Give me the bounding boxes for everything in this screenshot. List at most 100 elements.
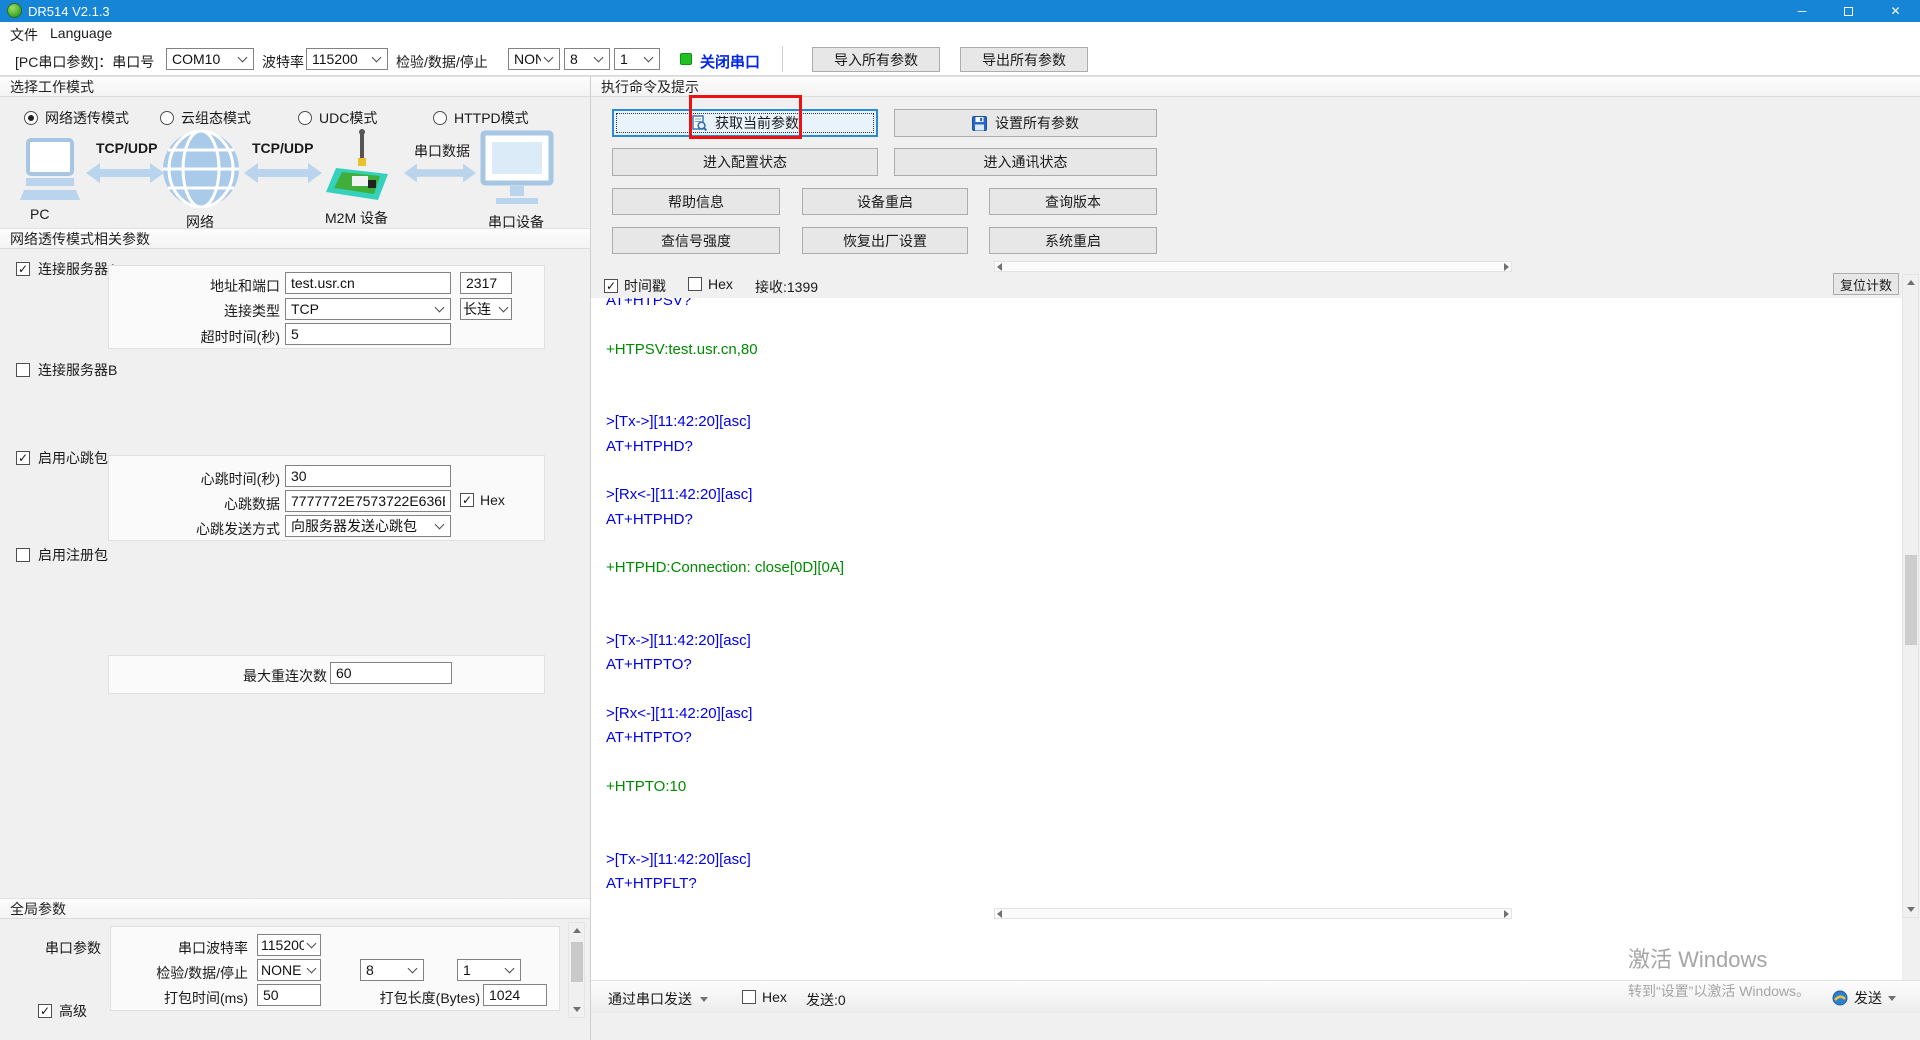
checkbox-icon [742,990,756,1004]
hb-time-label: 心跳时间(秒) [170,469,280,489]
menubar [0,22,1920,44]
close-button[interactable]: ✕ [1871,0,1920,22]
scroll-left-icon[interactable] [997,910,1002,918]
serial-baud-select[interactable]: 115200 [257,934,321,956]
pack-len-input[interactable] [483,984,547,1006]
com-port-select[interactable]: COM10 [166,48,254,70]
radio-mode-transparent[interactable]: 网络透传模式 [24,108,129,128]
factory-reset-button[interactable]: 恢复出厂设置 [802,227,968,254]
conn-mode-select[interactable]: 长连 [460,298,512,320]
port-input[interactable] [460,272,512,294]
address-input[interactable] [285,272,451,294]
log-line: AT+HTPTO? [606,653,1886,677]
log-line [606,362,1886,386]
radio-mode-udc[interactable]: UDC模式 [298,108,377,128]
hb-data-label: 心跳数据 [170,494,280,514]
server-b-checkbox[interactable]: 连接服务器B [16,360,117,380]
serial-parity-select[interactable]: NONE [257,959,321,981]
checkbox-icon [16,363,30,377]
query-version-button[interactable]: 查询版本 [989,188,1157,215]
log-line [606,459,1886,483]
log-lines-viewport: AT+HTPSV? +HTPSV:test.usr.cn,80 >[Tx->][… [606,298,1886,906]
annotation-rectangle [689,95,802,139]
log-line: AT+HTPHD? [606,508,1886,532]
menu-file[interactable]: 文件 [10,25,38,45]
help-button[interactable]: 帮助信息 [612,188,780,215]
chevron-down-icon [499,303,509,313]
reset-count-button[interactable]: 复位计数 [1833,273,1899,295]
scroll-right-icon[interactable] [1504,263,1509,271]
scrollbar-thumb[interactable] [1905,555,1917,645]
serial-databits-select[interactable]: 8 [360,959,424,981]
query-signal-button[interactable]: 查信号强度 [612,227,780,254]
titlebar: DR514 V2.1.3 ─ ✕ [0,0,1920,22]
left-scrollbar[interactable] [568,922,585,1018]
diagram-link1-label: TCP/UDP [96,140,157,156]
scrollbar-thumb[interactable] [571,942,583,982]
conn-type-select[interactable]: TCP [285,298,451,320]
hb-mode-select[interactable]: 向服务器发送心跳包 [285,515,451,537]
chevron-down-icon [594,53,604,63]
export-params-button[interactable]: 导出所有参数 [960,47,1088,72]
stopbits-select[interactable]: 1 [614,48,660,70]
conn-type-label: 连接类型 [170,301,280,321]
log-line: +HTPSV:test.usr.cn,80 [606,338,1886,362]
send-mode-dropdown[interactable]: 通过串口发送 [608,989,708,1009]
server-a-checkbox[interactable]: ✓ 连接服务器A [16,259,117,279]
menu-language[interactable]: Language [50,25,112,41]
section-title: 执行命令及提示 [601,77,699,97]
send-button[interactable]: 发送 [1832,988,1896,1008]
timestamp-checkbox[interactable]: ✓ 时间戳 [604,276,666,296]
register-checkbox[interactable]: 启用注册包 [16,545,108,565]
log-line [606,824,1886,848]
log-hex-checkbox[interactable]: Hex [688,276,733,292]
pack-time-input[interactable] [257,984,321,1006]
scroll-up-icon[interactable] [1903,275,1918,290]
hb-time-input[interactable] [285,465,451,487]
log-line [606,532,1886,556]
hb-data-input[interactable] [285,490,451,512]
baud-select[interactable]: 115200 [306,48,388,70]
serial-stopbits-select[interactable]: 1 [457,959,521,981]
scroll-right-icon[interactable] [1504,910,1509,918]
maximize-button[interactable] [1825,0,1871,22]
import-params-button[interactable]: 导入所有参数 [812,47,940,72]
log-line [606,799,1886,823]
addr-label: 地址和端口 [170,276,280,296]
window-title: DR514 V2.1.3 [28,4,110,19]
device-reboot-button[interactable]: 设备重启 [802,188,968,215]
scroll-down-icon[interactable] [1903,902,1918,917]
checkbox-icon: ✓ [16,451,30,465]
system-reboot-button[interactable]: 系统重启 [989,227,1157,254]
log-hscrollbar-top[interactable] [994,261,1512,272]
checkbox-icon: ✓ [16,262,30,276]
enter-comm-button[interactable]: 进入通讯状态 [894,148,1157,176]
radio-mode-httpd[interactable]: HTTPD模式 [433,108,529,128]
radio-mode-cloud[interactable]: 云组态模式 [160,108,251,128]
databits-select[interactable]: 8 [564,48,610,70]
hb-mode-label: 心跳发送方式 [170,519,280,539]
diagram-m2m-label: M2M 设备 [325,208,388,228]
scroll-left-icon[interactable] [997,263,1002,271]
advanced-checkbox[interactable]: ✓ 高级 [38,1001,87,1021]
enter-config-button[interactable]: 进入配置状态 [612,148,878,176]
timeout-input[interactable] [285,323,451,345]
parity-label: 检验/数据/停止 [396,52,488,72]
log-hscrollbar-bottom[interactable] [994,908,1512,919]
scroll-up-icon[interactable] [569,923,584,938]
app-window: DR514 V2.1.3 ─ ✕ 文件 Language [PC串口参数]：串口… [0,0,1920,1040]
scroll-down-icon[interactable] [569,1002,584,1017]
send-hex-checkbox[interactable]: Hex [742,989,787,1005]
close-port-button[interactable]: 关闭串口 [700,51,760,72]
minimize-button[interactable]: ─ [1779,0,1825,22]
reconnect-input[interactable] [330,662,452,684]
set-params-button[interactable]: 设置所有参数 [894,109,1157,137]
toolbar-divider [782,46,783,72]
chevron-down-icon [505,964,515,974]
chevron-down-icon [372,53,382,63]
parity-select[interactable]: NONI [508,48,560,70]
hb-hex-checkbox[interactable]: ✓ Hex [460,492,505,508]
heartbeat-checkbox[interactable]: ✓ 启用心跳包 [16,448,108,468]
serial-baud-label: 串口波特率 [148,938,248,958]
log-vscrollbar[interactable] [1902,274,1919,918]
